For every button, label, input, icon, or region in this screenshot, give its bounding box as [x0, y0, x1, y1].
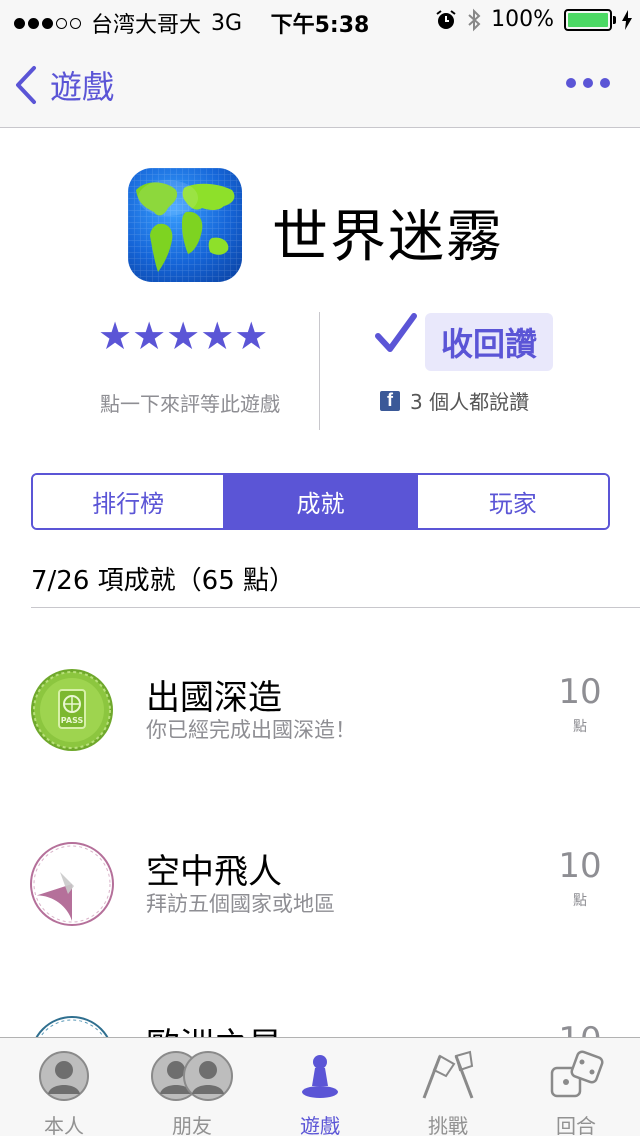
achievements-summary: 7/26 項成就（65 點） — [31, 566, 295, 596]
segment-leaderboard[interactable]: 排行榜 — [33, 475, 224, 528]
checkmark-icon — [375, 313, 417, 352]
game-title: 世界迷霧 — [272, 205, 504, 270]
status-bar: 台湾大哥大 3G 下午5:38 100% — [0, 0, 640, 40]
achievement-points: 10 — [558, 672, 602, 712]
friends-icon — [151, 1051, 233, 1101]
segmented-control: 排行榜 成就 玩家 — [31, 473, 610, 530]
flags-icon — [422, 1050, 474, 1099]
achievement-title: 出國深造 — [146, 678, 282, 718]
tab-label: 朋友 — [172, 1114, 212, 1136]
facebook-likes: f 3 個人都說讚 — [380, 386, 529, 415]
progress-ring-icon — [30, 842, 114, 926]
svg-text:PASS: PASS — [61, 716, 84, 725]
unlike-button[interactable]: 收回讚 — [425, 313, 553, 371]
achievement-points: 10 — [558, 846, 602, 886]
facebook-likes-text: 3 個人都說讚 — [410, 390, 530, 414]
rating-stars[interactable]: ★★★★★ — [98, 314, 268, 358]
achievement-row[interactable]: 空中飛人 拜訪五個國家或地區 10 點 — [0, 842, 640, 962]
status-right: 100% — [435, 7, 632, 32]
achievement-points-unit: 點 — [573, 893, 587, 909]
tab-label: 回合 — [556, 1114, 596, 1136]
achievement-row[interactable]: PASS 出國深造 你已經完成出國深造！ 10 點 — [0, 668, 640, 788]
status-left: 台湾大哥大 3G — [14, 7, 242, 39]
chevron-left-icon — [16, 66, 36, 104]
network-label: 3G — [211, 10, 243, 36]
tab-me[interactable]: 本人 — [0, 1038, 128, 1136]
tab-label: 本人 — [44, 1114, 84, 1136]
passport-badge-icon: PASS — [31, 669, 113, 751]
tab-friends[interactable]: 朋友 — [128, 1038, 256, 1136]
back-button[interactable]: 遊戲 — [14, 62, 114, 108]
more-options-button[interactable] — [566, 78, 610, 88]
tab-label: 遊戲 — [300, 1114, 340, 1136]
world-map-icon — [128, 168, 242, 282]
segment-achievements[interactable]: 成就 — [223, 475, 416, 528]
person-icon — [39, 1051, 89, 1101]
signal-strength-icon — [14, 17, 81, 29]
alarm-icon — [436, 9, 456, 29]
battery-percent: 100% — [491, 7, 554, 32]
bluetooth-icon — [468, 8, 481, 31]
game-app-icon — [128, 168, 242, 282]
game-pawn-icon — [302, 1055, 338, 1098]
charging-icon — [622, 9, 632, 30]
facebook-icon: f — [380, 390, 400, 411]
tab-turns[interactable]: 回合 — [512, 1038, 640, 1136]
achievement-description: 拜訪五個國家或地區 — [146, 892, 335, 916]
segment-players[interactable]: 玩家 — [415, 475, 608, 528]
back-label: 遊戲 — [50, 68, 115, 106]
carrier-label: 台湾大哥大 — [91, 13, 202, 38]
section-separator — [31, 607, 640, 608]
tab-label: 挑戰 — [428, 1114, 468, 1136]
achievement-description: 你已經完成出國深造！ — [146, 718, 356, 742]
more-icon — [566, 78, 576, 88]
tab-games[interactable]: 遊戲 — [256, 1038, 384, 1136]
navigation-bar: 遊戲 — [0, 40, 640, 128]
achievement-title: 空中飛人 — [146, 852, 282, 892]
dice-icon — [550, 1050, 604, 1098]
rate-hint: 點一下來評等此遊戲 — [100, 392, 280, 416]
tab-challenges[interactable]: 挑戰 — [384, 1038, 512, 1136]
vertical-divider — [319, 312, 320, 430]
battery-icon — [564, 8, 616, 31]
achievement-points-unit: 點 — [573, 719, 587, 735]
tab-bar: 本人 朋友 遊戲 挑戰 回合 — [0, 1037, 640, 1136]
